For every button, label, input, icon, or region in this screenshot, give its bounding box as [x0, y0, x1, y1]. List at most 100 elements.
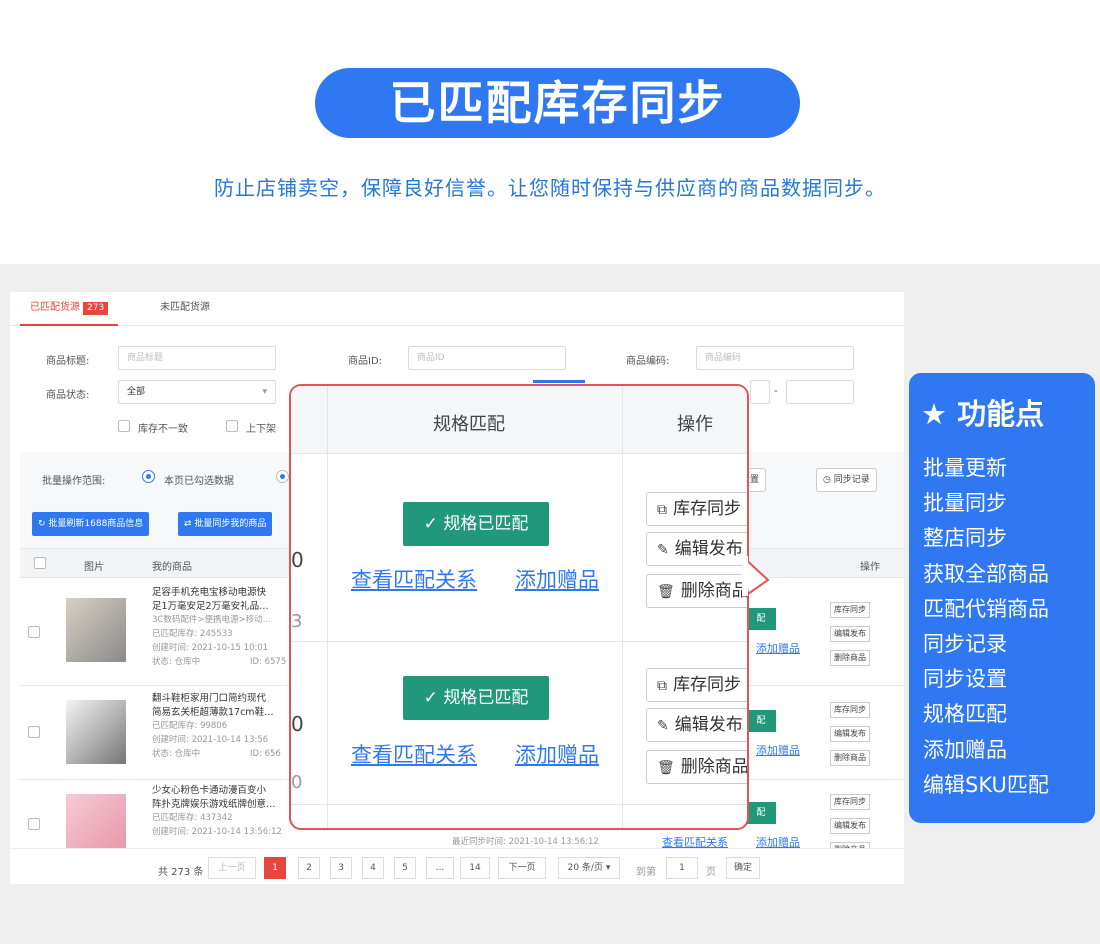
stock-sync-button[interactable]: ⧉ 库存同步 [646, 668, 747, 702]
title-filter-label: 商品标题: [46, 356, 90, 367]
stock-sync-button[interactable]: ⧉ 库存同步 [646, 492, 747, 526]
trash-icon: 🗑 [657, 584, 675, 600]
clipped-digit: 3 [291, 611, 303, 632]
select-all-checkbox[interactable] [34, 557, 46, 569]
delete-product-label: 删除商品 [680, 581, 749, 601]
tab-unmatched[interactable]: 未匹配货源 [160, 292, 210, 324]
batch-sync-button[interactable]: ⇄ 批量同步我的商品 [178, 512, 273, 536]
batch-sync-label: 批量同步我的商品 [194, 519, 267, 529]
id-filter-label: 商品ID: [348, 356, 383, 367]
product-stock: 已匹配库存: 437342 [152, 813, 233, 823]
code-filter-input[interactable]: 商品编码 [696, 346, 854, 370]
stock-mismatch-checkbox[interactable] [118, 420, 130, 432]
product-created: 创建时间: 2021-10-14 13:56:12 [152, 827, 282, 837]
pagination: 共 273 条 上一页 1 2 3 4 5 ... 14 下一页 20 条/页 … [10, 848, 904, 884]
feature-item: 添加赠品 [923, 737, 1007, 762]
title-filter-input[interactable]: 商品标题 [118, 346, 276, 370]
status-select[interactable]: 全部 ▾ [118, 380, 276, 404]
star-icon: ★ [921, 397, 947, 431]
edit-publish-button[interactable]: 编辑发布 [830, 726, 870, 742]
stock-sync-button[interactable]: 库存同步 [830, 794, 870, 810]
edit-publish-button[interactable]: 编辑发布 [830, 818, 870, 834]
batch-refresh-label: 批量刷新1688商品信息 [48, 519, 144, 529]
add-gift-link[interactable]: 添加赠品 [515, 739, 599, 769]
row-checkbox[interactable] [28, 626, 40, 638]
sync-records-button[interactable]: ◷ 同步记录 [816, 468, 877, 492]
product-title-line2[interactable]: 简易玄关柜超薄款17cm鞋… [152, 706, 302, 720]
delete-product-button[interactable]: 🗑 删除商品 [646, 574, 749, 608]
view-match-link[interactable]: 查看匹配关系 [351, 739, 477, 769]
goto-confirm-button[interactable]: 确定 [726, 857, 760, 879]
page-ellipsis: ... [426, 857, 454, 879]
add-gift-link[interactable]: 添加赠品 [515, 564, 599, 594]
delete-product-button[interactable]: 删除商品 [830, 650, 870, 666]
page-4[interactable]: 4 [362, 857, 384, 879]
page-5[interactable]: 5 [394, 857, 416, 879]
features-list: 批量更新 批量同步 整店同步 获取全部商品 匹配代销商品 同步记录 同步设置 规… [923, 451, 1049, 803]
col-ops: 操作 [677, 414, 713, 435]
product-created: 创建时间: 2021-10-14 13:56 [152, 735, 269, 745]
product-title-line2[interactable]: 足1万毫安足2万毫安礼品… [152, 600, 302, 614]
clipped-digit: 0 [291, 772, 303, 793]
row-divider [291, 641, 747, 642]
page-size-value: 20 条/页 [567, 863, 603, 873]
product-title-line1[interactable]: 足容手机充电宝移动电源快 [152, 586, 302, 600]
sync-icon: ⇄ [184, 519, 195, 529]
row-checkbox[interactable] [28, 726, 40, 738]
view-match-link[interactable]: 查看匹配关系 [351, 564, 477, 594]
edit-publish-button[interactable]: ✎ 编辑发布 [646, 708, 747, 742]
sync-doc-icon: ⧉ [657, 502, 667, 518]
delete-product-button[interactable]: 🗑 删除商品 [646, 750, 747, 784]
spec-matched-badge: ✓ 规格已匹配 [403, 502, 549, 546]
goto-label: 到第 [636, 867, 656, 878]
prev-page-button[interactable]: 上一页 [208, 857, 256, 879]
product-title-line2[interactable]: 阵扑克牌娱乐游戏纸牌创意… [152, 798, 302, 812]
page-1[interactable]: 1 [264, 857, 286, 879]
page-unit: 页 [706, 867, 716, 878]
range-to-input[interactable] [786, 380, 854, 404]
page-size-select[interactable]: 20 条/页 ▾ [558, 857, 620, 879]
page-3[interactable]: 3 [330, 857, 352, 879]
feature-item: 获取全部商品 [923, 561, 1049, 586]
matched-badge: 配 [746, 710, 776, 732]
edit-publish-label: 编辑发布 [674, 539, 743, 559]
pencil-icon: ✎ [657, 718, 669, 734]
batch-refresh-button[interactable]: ↻ 批量刷新1688商品信息 [32, 512, 150, 536]
range-from-input[interactable] [750, 380, 770, 404]
chevron-down-icon: ▾ [262, 387, 267, 397]
product-category: 3C数码配件>便携电源>移动… [152, 615, 272, 625]
edit-publish-button[interactable]: 编辑发布 [830, 626, 870, 642]
goto-page-input[interactable]: 1 [666, 857, 698, 879]
shelf-label: 上下架 [246, 424, 276, 435]
shelf-checkbox[interactable] [226, 420, 238, 432]
edit-publish-button[interactable]: ✎ 编辑发布 [646, 532, 747, 566]
delete-product-button[interactable]: 删除商品 [830, 750, 870, 766]
feature-item: 匹配代销商品 [923, 596, 1049, 621]
product-stock: 已匹配库存: 245533 [152, 629, 233, 639]
page-subtitle: 防止店铺卖空，保障良好信誉。让您随时保持与供应商的商品数据同步。 [214, 176, 886, 200]
tab-matched[interactable]: 已匹配货源 273 [20, 292, 119, 326]
scope-radio-label: 本页已勾选数据 [164, 476, 234, 487]
next-page-button[interactable]: 下一页 [498, 857, 546, 879]
scope-radio[interactable] [142, 470, 155, 483]
scope-radio-2[interactable] [276, 470, 289, 483]
add-gift-link[interactable]: 添加赠品 [756, 742, 800, 758]
id-filter-input[interactable]: 商品ID [408, 346, 566, 370]
stock-sync-button[interactable]: 库存同步 [830, 702, 870, 718]
col-spec-match: 规格匹配 [433, 414, 505, 435]
page-14[interactable]: 14 [460, 857, 490, 879]
clock-icon: ◷ [823, 475, 834, 485]
features-title: ★ 功能点 [921, 391, 1044, 433]
row-checkbox[interactable] [28, 818, 40, 830]
page-2[interactable]: 2 [298, 857, 320, 879]
stock-sync-label: 库存同步 [673, 499, 741, 519]
product-title-line1[interactable]: 翻斗鞋柜家用门口简约现代 [152, 692, 302, 706]
header-product: 我的商品 [152, 562, 192, 573]
feature-item: 编辑SKU匹配 [923, 772, 1049, 797]
product-title-line1[interactable]: 少女心粉色卡通动漫百变小 [152, 784, 302, 798]
add-gift-link[interactable]: 添加赠品 [756, 640, 800, 656]
tab-bar: 已匹配货源 273 未匹配货源 [10, 292, 904, 326]
feature-item: 同步记录 [923, 632, 1007, 657]
features-panel: ★ 功能点 批量更新 批量同步 整店同步 获取全部商品 匹配代销商品 同步记录 … [909, 373, 1095, 823]
stock-sync-button[interactable]: 库存同步 [830, 602, 870, 618]
